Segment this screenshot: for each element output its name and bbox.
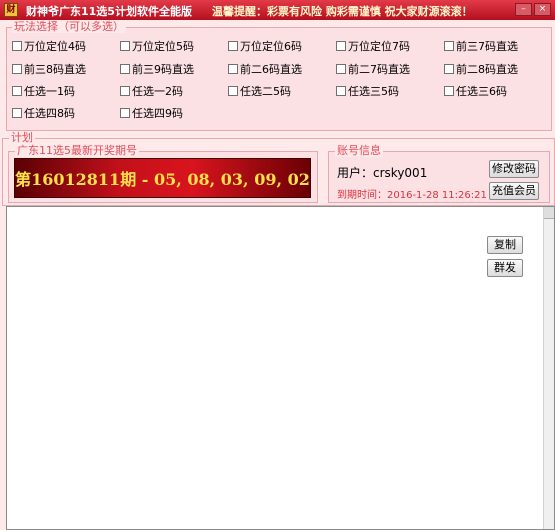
play-option-checkbox[interactable] bbox=[12, 86, 22, 96]
play-option-label: 前二8码直选 bbox=[456, 63, 518, 76]
play-option[interactable]: 万位定位5码 bbox=[120, 38, 194, 54]
play-option-label: 前二6码直选 bbox=[240, 63, 302, 76]
plan-legend: 计划 bbox=[9, 131, 35, 144]
play-option-checkbox[interactable] bbox=[228, 64, 238, 74]
play-option-label: 任选四8码 bbox=[24, 107, 75, 120]
plan-output-textarea[interactable] bbox=[6, 206, 555, 530]
play-option[interactable]: 前二8码直选 bbox=[444, 61, 518, 77]
play-option-label: 万位定位7码 bbox=[348, 40, 410, 53]
change-password-button[interactable]: 修改密码 bbox=[489, 160, 539, 178]
play-option[interactable]: 前三9码直选 bbox=[120, 61, 194, 77]
close-button[interactable]: × bbox=[534, 3, 551, 16]
app-icon: 财 bbox=[4, 3, 18, 17]
play-option-checkbox[interactable] bbox=[336, 41, 346, 51]
play-option[interactable]: 万位定位6码 bbox=[228, 38, 302, 54]
user-label: 用户： bbox=[337, 166, 374, 180]
play-option-checkbox[interactable] bbox=[120, 86, 130, 96]
play-option[interactable]: 任选四9码 bbox=[120, 105, 183, 121]
expire-value: 2016-1-28 11:26:21 bbox=[387, 190, 487, 201]
username: crsky001 bbox=[373, 166, 428, 180]
play-option-label: 万位定位5码 bbox=[132, 40, 194, 53]
play-option[interactable]: 任选二5码 bbox=[228, 83, 291, 99]
play-option[interactable]: 前二6码直选 bbox=[228, 61, 302, 77]
play-option-checkbox[interactable] bbox=[228, 86, 238, 96]
expire-row: 到期时间：2016-1-28 11:26:21 bbox=[337, 186, 487, 201]
play-option-checkbox[interactable] bbox=[444, 64, 454, 74]
play-option[interactable]: 前二7码直选 bbox=[336, 61, 410, 77]
play-option-checkbox[interactable] bbox=[336, 86, 346, 96]
latest-draw-legend: 广东11选5最新开奖期号 bbox=[15, 144, 139, 157]
play-option[interactable]: 万位定位7码 bbox=[336, 38, 410, 54]
notice-text: 温馨提醒：彩票有风险 购彩需谨慎 祝大家财源滚滚！ bbox=[212, 5, 473, 18]
play-option[interactable]: 前三8码直选 bbox=[12, 61, 86, 77]
send-button[interactable]: 群发 bbox=[487, 259, 523, 277]
play-option-checkbox[interactable] bbox=[336, 64, 346, 74]
play-option[interactable]: 任选三6码 bbox=[444, 83, 507, 99]
play-option-label: 前三7码直选 bbox=[456, 40, 518, 53]
window-title: 财神爷广东11选5计划软件全能版 bbox=[26, 5, 192, 18]
play-option-checkbox[interactable] bbox=[120, 41, 130, 51]
play-option-checkbox[interactable] bbox=[444, 86, 454, 96]
account-legend: 账号信息 bbox=[335, 144, 383, 157]
play-option-label: 任选四9码 bbox=[132, 107, 183, 120]
play-option-label: 任选一2码 bbox=[132, 85, 183, 98]
title-bar: 财 财神爷广东11选5计划软件全能版 温馨提醒：彩票有风险 购彩需谨慎 祝大家财… bbox=[0, 0, 555, 20]
copy-button[interactable]: 复制 bbox=[487, 236, 523, 254]
play-option-checkbox[interactable] bbox=[444, 41, 454, 51]
play-option[interactable]: 任选一1码 bbox=[12, 83, 75, 99]
play-option-checkbox[interactable] bbox=[120, 108, 130, 118]
play-option[interactable]: 任选四8码 bbox=[12, 105, 75, 121]
play-option-label: 前三8码直选 bbox=[24, 63, 86, 76]
play-option-checkbox[interactable] bbox=[12, 41, 22, 51]
play-option-checkbox[interactable] bbox=[12, 108, 22, 118]
play-option-checkbox[interactable] bbox=[12, 64, 22, 74]
user-row: 用户：crsky001 bbox=[337, 164, 427, 181]
latest-draw-result: 第16012811期 - 05, 08, 03, 09, 02 bbox=[14, 158, 311, 198]
play-option-label: 前三9码直选 bbox=[132, 63, 194, 76]
expire-label: 到期时间： bbox=[337, 190, 387, 201]
play-option[interactable]: 万位定位4码 bbox=[12, 38, 86, 54]
play-selection-legend: 玩法选择（可以多选） bbox=[12, 20, 126, 33]
play-option-label: 任选三6码 bbox=[456, 85, 507, 98]
play-option-label: 万位定位4码 bbox=[24, 40, 86, 53]
play-option[interactable]: 前三7码直选 bbox=[444, 38, 518, 54]
vertical-scrollbar[interactable] bbox=[543, 207, 554, 529]
minimize-button[interactable]: – bbox=[515, 3, 532, 16]
play-option[interactable]: 任选一2码 bbox=[120, 83, 183, 99]
play-option-label: 万位定位6码 bbox=[240, 40, 302, 53]
play-option[interactable]: 任选三5码 bbox=[336, 83, 399, 99]
recharge-button[interactable]: 充值会员 bbox=[489, 182, 539, 200]
play-option-label: 任选二5码 bbox=[240, 85, 291, 98]
play-option-checkbox[interactable] bbox=[120, 64, 130, 74]
play-option-label: 任选一1码 bbox=[24, 85, 75, 98]
scroll-up-arrow-icon[interactable] bbox=[544, 207, 554, 219]
play-option-label: 前二7码直选 bbox=[348, 63, 410, 76]
play-option-checkbox[interactable] bbox=[228, 41, 238, 51]
play-option-label: 任选三5码 bbox=[348, 85, 399, 98]
